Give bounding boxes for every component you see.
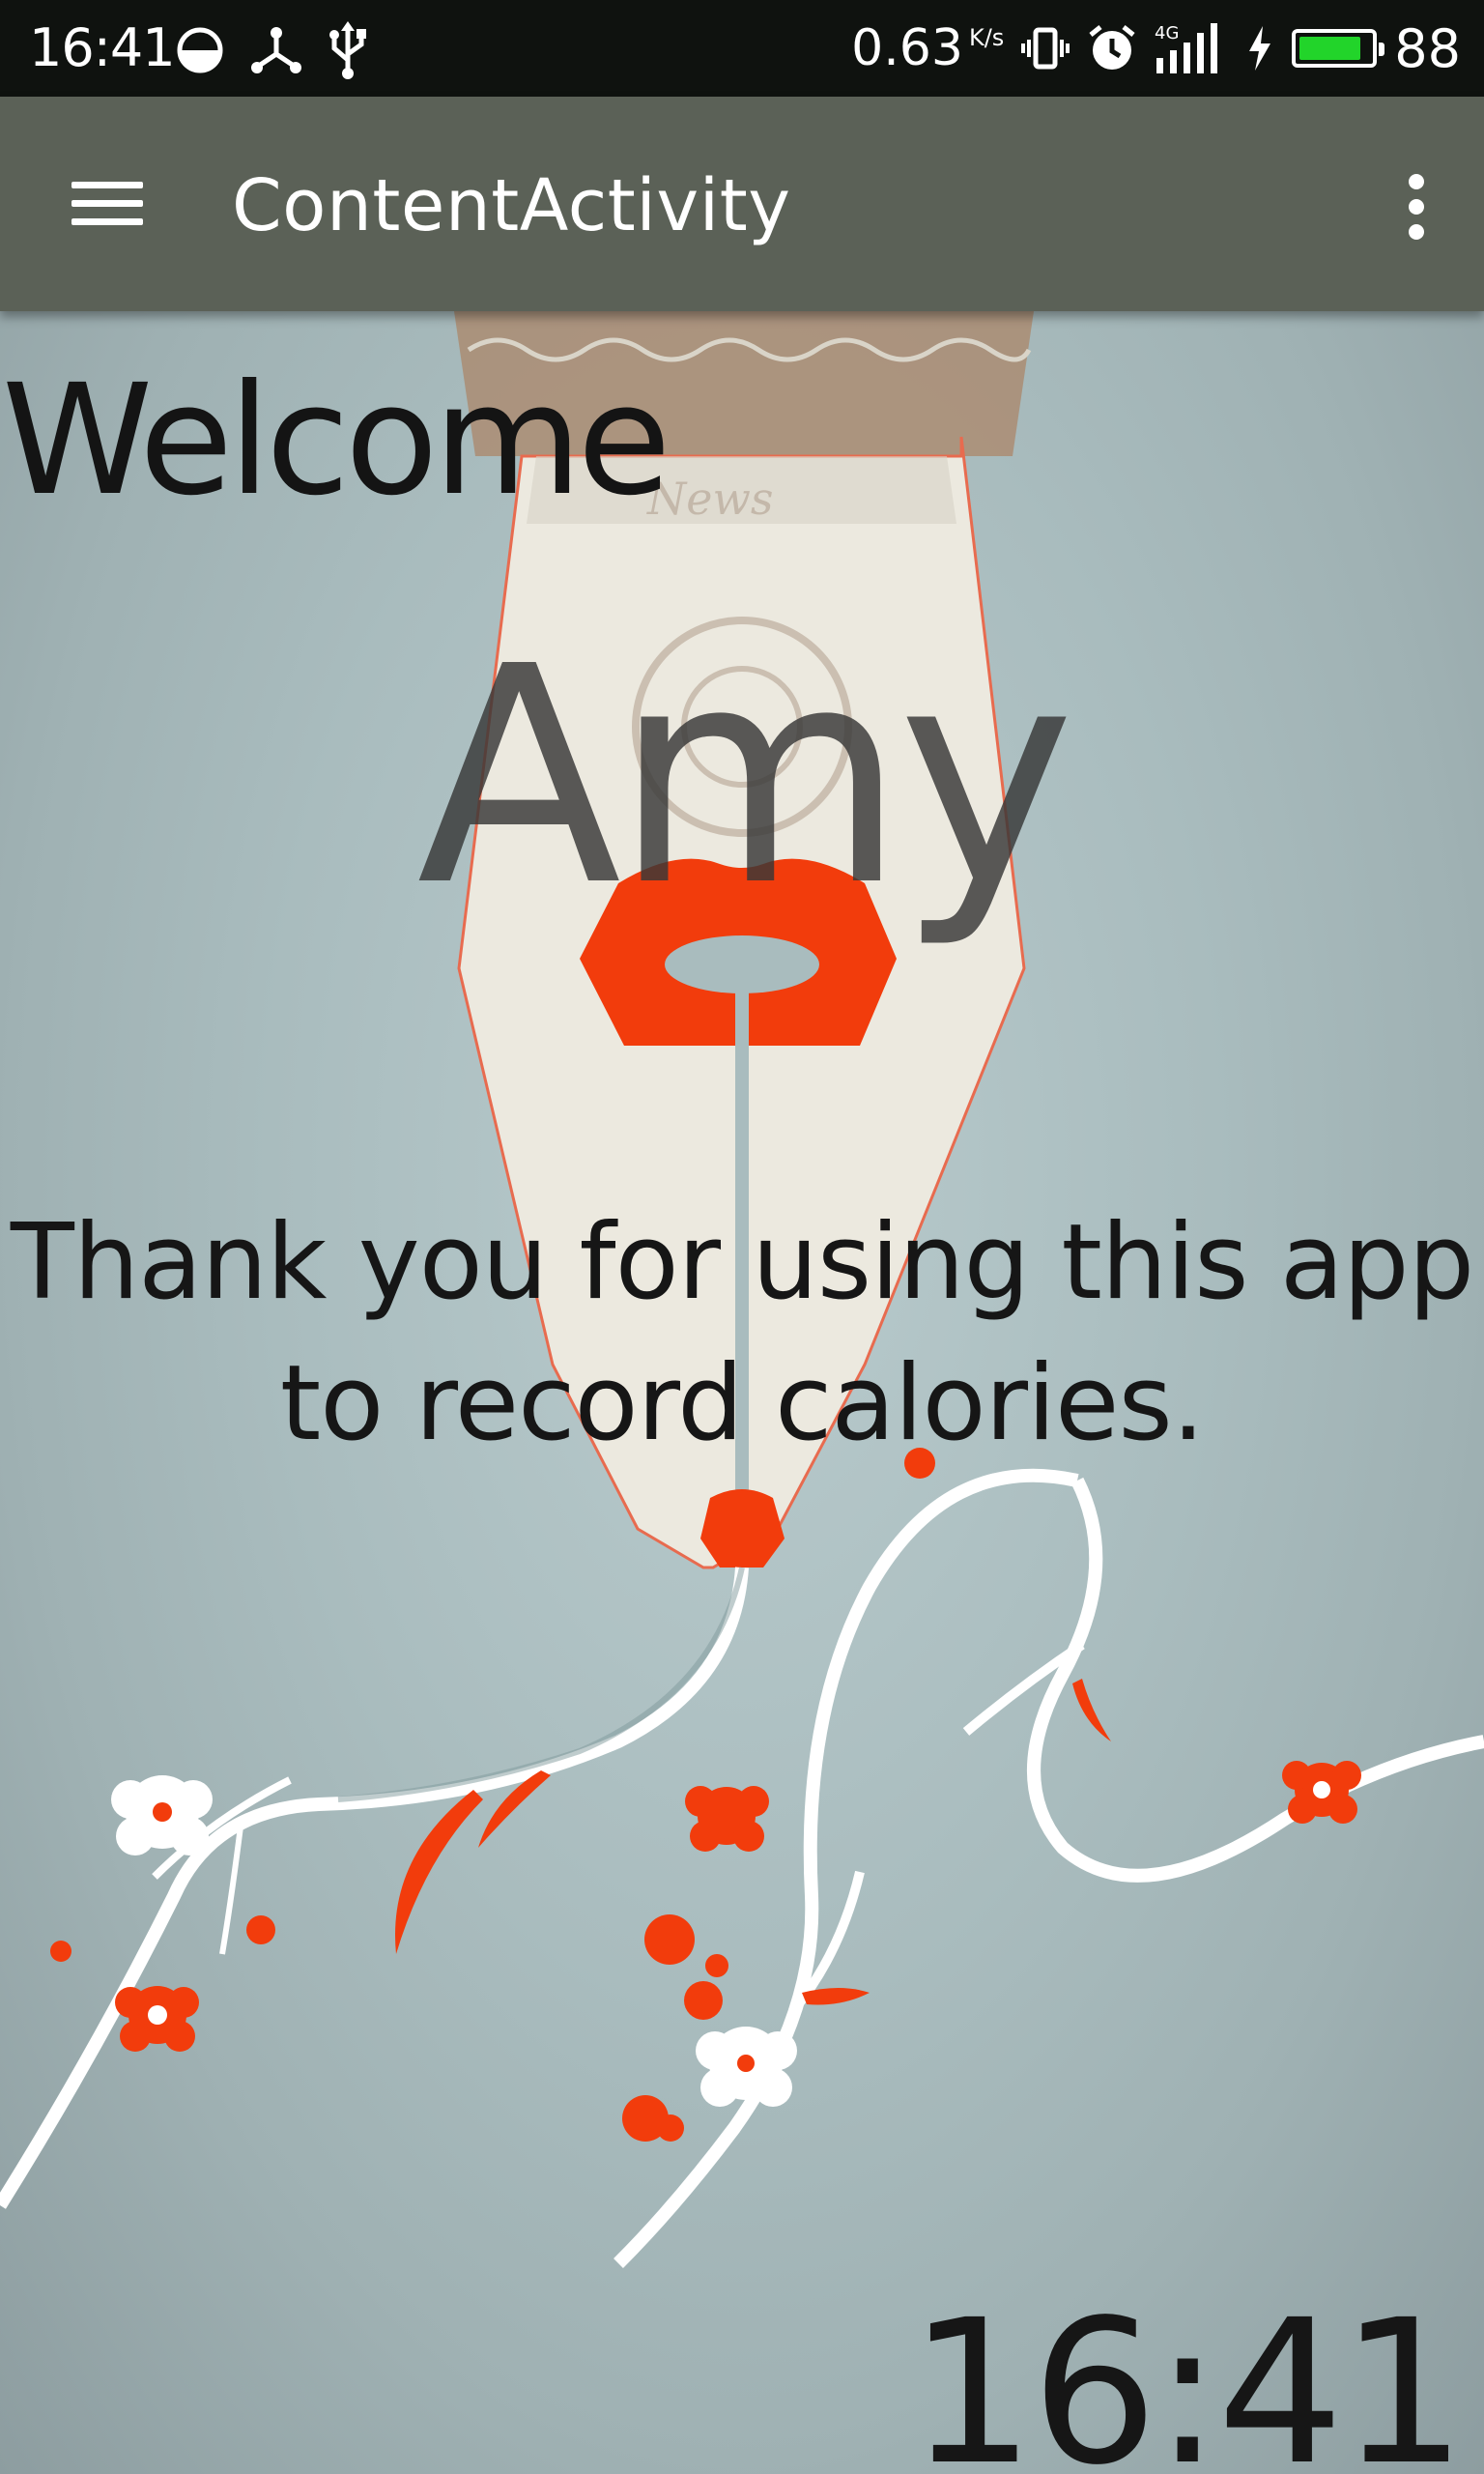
clock-display: 16:41: [908, 2277, 1467, 2474]
welcome-heading: Welcome: [2, 352, 671, 530]
battery-fill: [1299, 37, 1361, 60]
status-right: 0.63 K/s 4G 88: [851, 17, 1461, 79]
battery-icon: [1292, 29, 1385, 68]
user-name: Amy: [416, 603, 1075, 952]
thank-you-message: Thank you for using this app to record c…: [10, 1202, 1474, 1464]
app-toolbar: ContentActivity: [0, 97, 1484, 311]
status-bar: 16:41 0.63 K/s 4G 88: [0, 0, 1484, 97]
status-time: 16:41: [29, 17, 176, 78]
charging-icon: [1249, 26, 1271, 71]
network-type-label: 4G: [1155, 23, 1179, 43]
toolbar-title: ContentActivity: [232, 164, 791, 247]
network-speed: 0.63 K/s: [851, 19, 1004, 77]
speed-value: 0.63: [851, 19, 963, 77]
half-circle-icon: [177, 27, 223, 73]
usb-share-icon: [251, 27, 301, 73]
status-left-icons: [176, 21, 367, 79]
signal-icon: 4G: [1155, 23, 1218, 73]
battery-level: 88: [1394, 17, 1461, 79]
speed-unit: K/s: [968, 24, 1005, 51]
more-vert-icon[interactable]: [1382, 166, 1449, 245]
hamburger-menu-icon[interactable]: [58, 164, 155, 244]
content-area: News Welcome Amy Thank you for using thi…: [0, 311, 1484, 2474]
alarm-icon: [1089, 25, 1135, 70]
usb-icon: [329, 21, 366, 79]
vibrate-icon: [1021, 27, 1070, 70]
